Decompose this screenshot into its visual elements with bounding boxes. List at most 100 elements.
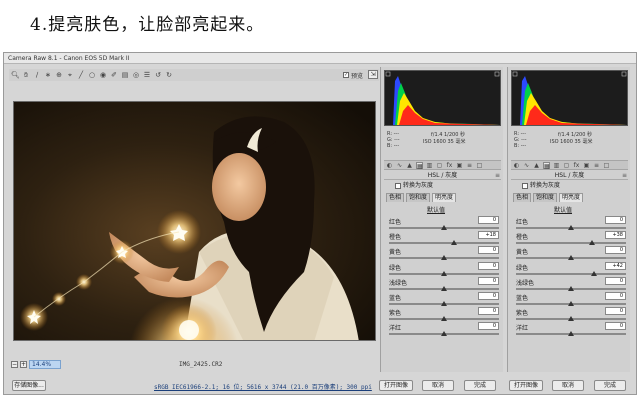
slider-thumb[interactable] <box>568 301 574 306</box>
slider-thumb[interactable] <box>441 255 447 261</box>
slider-value-input[interactable]: 0 <box>605 292 626 300</box>
grayscale-check-box[interactable] <box>395 182 401 189</box>
done-button[interactable]: 完成 <box>464 380 496 391</box>
hsl-icon[interactable]: ▦ <box>543 162 550 170</box>
cancel-button-2[interactable]: 取消 <box>552 380 584 391</box>
grayscale-check-box[interactable] <box>522 182 528 189</box>
slider-thumb[interactable] <box>441 225 447 230</box>
photo-preview[interactable] <box>13 101 376 341</box>
straighten-icon[interactable]: ╱ <box>77 71 85 79</box>
zoom-icon[interactable]: 🔍︎ <box>11 71 20 79</box>
slider-thumb[interactable] <box>441 331 447 337</box>
slider-value-input[interactable]: 0 <box>605 276 626 285</box>
graduated-filter-icon[interactable]: ▤ <box>121 71 129 79</box>
default-link[interactable]: 默认值 <box>554 205 572 214</box>
slider-value-input[interactable]: 0 <box>605 246 626 255</box>
split-toning-icon[interactable]: ▥ <box>426 162 433 169</box>
save-image-button[interactable]: 存储图像... <box>12 380 46 391</box>
slider-value-input[interactable]: 0 <box>605 216 626 224</box>
hsl-icon[interactable]: ▦ <box>416 162 423 170</box>
basic-icon[interactable]: ◐ <box>386 162 393 169</box>
snapshots-icon[interactable]: □ <box>603 162 610 169</box>
slider-track[interactable] <box>516 272 626 275</box>
adjustment-brush-icon[interactable]: ✐ <box>110 71 118 79</box>
open-image-button-2[interactable]: 打开图像 <box>509 380 543 391</box>
slider-thumb[interactable] <box>591 270 598 276</box>
tone-curve-icon[interactable]: ∿ <box>396 162 403 169</box>
slider-track[interactable] <box>389 242 499 245</box>
workflow-options-link[interactable]: sRGB IEC61966-2.1; 16 位; 5616 x 3744 (21… <box>154 382 372 391</box>
subtab-hue[interactable]: 色相 <box>513 193 532 202</box>
detail-icon[interactable]: ▲ <box>406 162 413 169</box>
slider-thumb[interactable] <box>568 316 574 322</box>
default-link[interactable]: 默认值 <box>427 205 445 214</box>
slider-value-input[interactable]: 0 <box>478 276 499 285</box>
crop-icon[interactable]: ⌖ <box>66 71 74 79</box>
slider-value-input[interactable]: +18 <box>478 231 499 240</box>
slider-value-input[interactable]: +42 <box>605 261 626 270</box>
subtab-saturation[interactable]: 饱和度 <box>533 193 558 202</box>
slider-thumb[interactable] <box>450 240 457 246</box>
slider-value-input[interactable]: 0 <box>478 246 499 255</box>
slider-thumb[interactable] <box>441 270 447 276</box>
slider-thumb[interactable] <box>568 255 574 261</box>
zoom-out-button[interactable]: − <box>11 361 18 368</box>
slider-value-input[interactable]: 0 <box>478 292 499 300</box>
subtab-saturation[interactable]: 饱和度 <box>406 193 431 202</box>
camera-calibration-icon[interactable]: ▣ <box>456 162 463 169</box>
section-menu-icon[interactable]: ≡ <box>495 171 500 180</box>
camera-calibration-icon[interactable]: ▣ <box>583 162 590 169</box>
fullscreen-button[interactable]: ⇲ <box>368 70 378 79</box>
subtab-hue[interactable]: 色相 <box>386 193 405 202</box>
effects-icon[interactable]: fx <box>573 162 580 169</box>
slider-value-input[interactable]: 0 <box>478 261 499 270</box>
slider-thumb[interactable] <box>441 301 447 306</box>
rotate-ccw-icon[interactable]: ↺ <box>154 71 162 79</box>
slider-value-input[interactable]: +38 <box>605 231 626 240</box>
slider-thumb[interactable] <box>441 285 447 291</box>
split-toning-icon[interactable]: ▥ <box>553 162 560 169</box>
basic-icon[interactable]: ◐ <box>513 162 520 169</box>
slider-thumb[interactable] <box>588 240 595 246</box>
slider-value-input[interactable]: 0 <box>478 307 499 316</box>
slider-value-input[interactable]: 0 <box>605 307 626 316</box>
target-adjust-icon[interactable]: ⊕ <box>55 71 63 79</box>
subtab-luminance[interactable]: 明亮度 <box>559 193 584 202</box>
preferences-icon[interactable]: ☰ <box>143 71 151 79</box>
presets-icon[interactable]: ≡ <box>466 162 473 169</box>
presets-icon[interactable]: ≡ <box>593 162 600 169</box>
subtab-luminance[interactable]: 明亮度 <box>432 193 457 202</box>
slider-value-input[interactable]: 0 <box>478 216 499 224</box>
snapshots-icon[interactable]: □ <box>476 162 483 169</box>
rotate-cw-icon[interactable]: ↻ <box>165 71 173 79</box>
tone-curve-icon[interactable]: ∿ <box>523 162 530 169</box>
done-button-2[interactable]: 完成 <box>594 380 626 391</box>
open-image-button[interactable]: 打开图像 <box>379 380 413 391</box>
slider-thumb[interactable] <box>568 285 574 291</box>
color-sampler-icon[interactable]: ∗ <box>44 71 52 79</box>
red-eye-icon[interactable]: ◉ <box>99 71 107 79</box>
zoom-level[interactable]: 14.4% <box>29 360 61 369</box>
slider-row: 红色 0 <box>516 216 626 232</box>
preview-checkbox[interactable]: ✓ 预览 <box>343 71 363 80</box>
convert-grayscale-checkbox[interactable]: 转换为灰度 <box>522 182 560 189</box>
slider-thumb[interactable] <box>441 316 447 322</box>
slider-track[interactable] <box>516 242 626 245</box>
slider-thumb[interactable] <box>568 331 574 337</box>
white-balance-icon[interactable]: ∕ <box>33 71 41 79</box>
convert-grayscale-checkbox[interactable]: 转换为灰度 <box>395 182 433 189</box>
slider-value-input[interactable]: 0 <box>478 322 499 331</box>
hand-icon[interactable]: ✋︎ <box>22 71 30 79</box>
spot-removal-icon[interactable]: ○ <box>88 71 96 79</box>
radial-filter-icon[interactable]: ◎ <box>132 71 140 79</box>
lens-icon[interactable]: ▢ <box>563 162 570 169</box>
zoom-in-button[interactable]: + <box>20 361 27 368</box>
section-menu-icon[interactable]: ≡ <box>622 171 627 180</box>
slider-value-input[interactable]: 0 <box>605 322 626 331</box>
cancel-button[interactable]: 取消 <box>422 380 454 391</box>
preview-check-box[interactable]: ✓ <box>343 72 349 78</box>
slider-thumb[interactable] <box>568 225 574 230</box>
detail-icon[interactable]: ▲ <box>533 162 540 169</box>
lens-icon[interactable]: ▢ <box>436 162 443 169</box>
effects-icon[interactable]: fx <box>446 162 453 169</box>
